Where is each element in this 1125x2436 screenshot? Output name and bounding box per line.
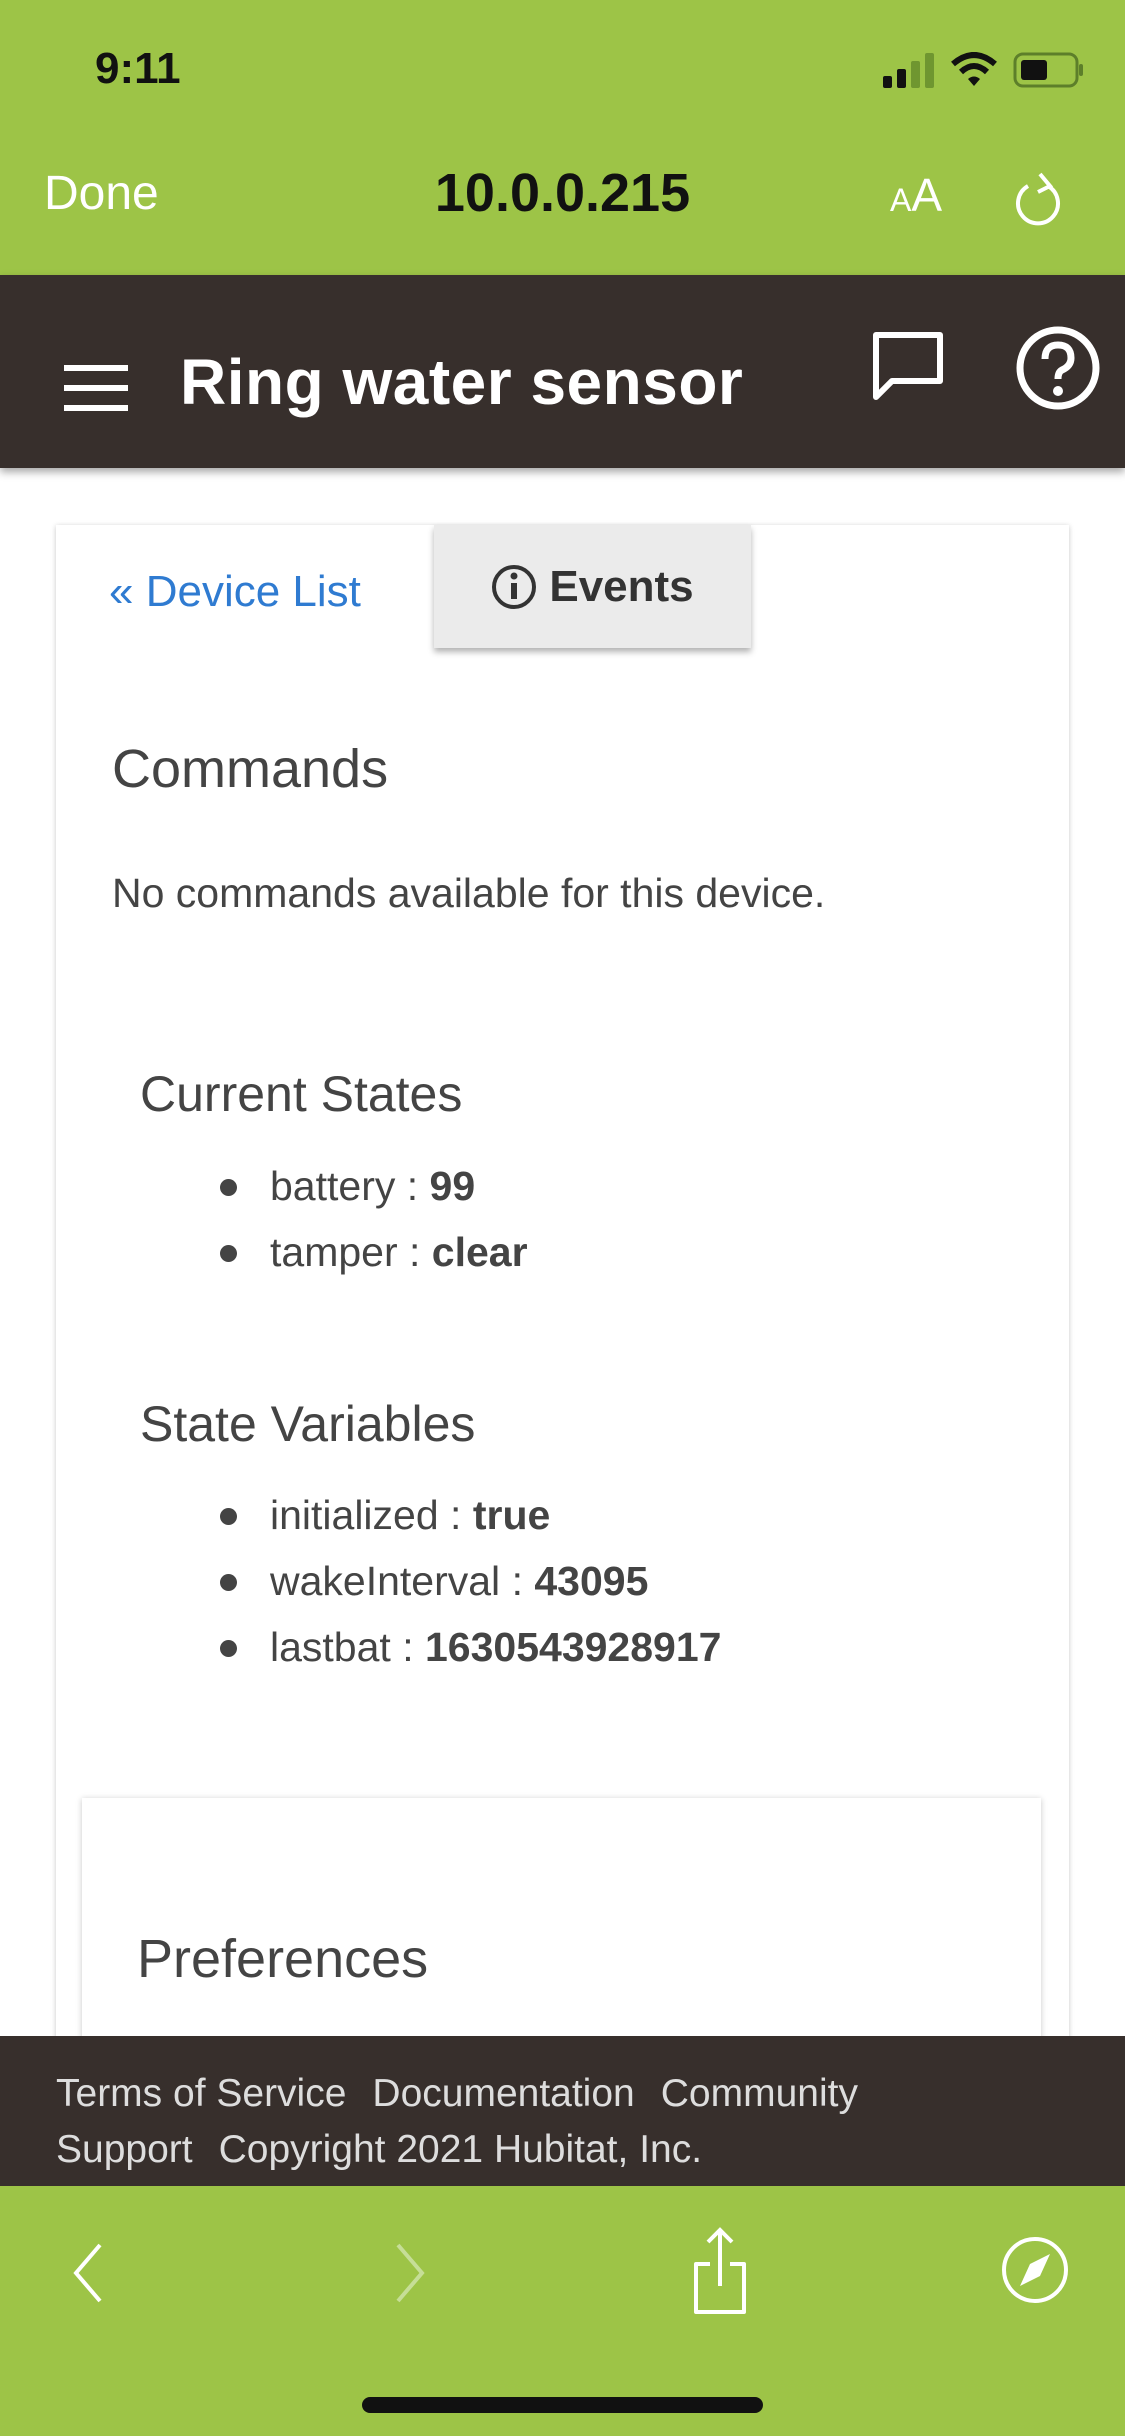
current-states-heading: Current States <box>140 1066 463 1122</box>
state-item: tamper : clear <box>206 1219 528 1285</box>
device-card: « Device List Events Commands No command… <box>56 525 1069 2198</box>
compass-icon[interactable] <box>1000 2234 1070 2306</box>
chat-icon[interactable] <box>872 331 944 403</box>
copyright: Copyright 2021 Hubitat, Inc. <box>218 2128 703 2171</box>
text-size-large-a: A <box>911 169 943 221</box>
home-indicator[interactable] <box>362 2397 763 2413</box>
browser-top-bar: 9:11 Done 10.0.0.215 AA <box>0 0 1125 275</box>
wifi-icon <box>951 52 997 86</box>
text-size-button[interactable]: AA <box>890 168 942 222</box>
events-label: Events <box>549 561 694 611</box>
device-list-link[interactable]: « Device List <box>109 567 361 617</box>
documentation-link[interactable]: Documentation <box>372 2072 634 2115</box>
page-title: Ring water sensor <box>180 346 744 418</box>
footer: Terms of Service Documentation Community S… <box>0 2036 1125 2186</box>
battery-icon <box>1013 52 1083 88</box>
browser-toolbar <box>0 2186 1125 2436</box>
status-time: 9:11 <box>95 44 181 93</box>
terms-link[interactable]: Terms of Service <box>56 2072 346 2115</box>
back-icon[interactable] <box>68 2241 108 2305</box>
cellular-signal-icon <box>883 53 934 88</box>
status-icons <box>883 52 1085 88</box>
app-header: Ring water sensor <box>0 275 1125 468</box>
state-variables-heading: State Variables <box>140 1396 476 1452</box>
variable-item: wakeInterval : 43095 <box>206 1548 721 1614</box>
state-variables-list: initialized : true wakeInterval : 43095 … <box>206 1482 721 1680</box>
commands-heading: Commands <box>112 739 389 799</box>
community-link[interactable]: Community <box>661 2072 858 2115</box>
state-item: battery : 99 <box>206 1153 528 1219</box>
variable-item: lastbat : 1630543928917 <box>206 1614 721 1680</box>
preferences-heading: Preferences <box>137 1929 429 1989</box>
menu-icon[interactable] <box>64 365 128 411</box>
text-size-small-a: A <box>890 182 912 218</box>
support-link[interactable]: Support <box>56 2128 193 2171</box>
reload-icon[interactable] <box>1010 168 1066 228</box>
events-button[interactable]: Events <box>434 525 751 648</box>
info-icon <box>492 564 537 609</box>
url-display[interactable]: 10.0.0.215 <box>0 162 1125 224</box>
current-states-list: battery : 99 tamper : clear <box>206 1153 528 1285</box>
help-icon[interactable] <box>1015 325 1101 411</box>
no-commands-text: No commands available for this device. <box>112 870 826 916</box>
variable-item: initialized : true <box>206 1482 721 1548</box>
forward-icon[interactable] <box>390 2241 430 2305</box>
share-icon[interactable] <box>690 2226 750 2316</box>
